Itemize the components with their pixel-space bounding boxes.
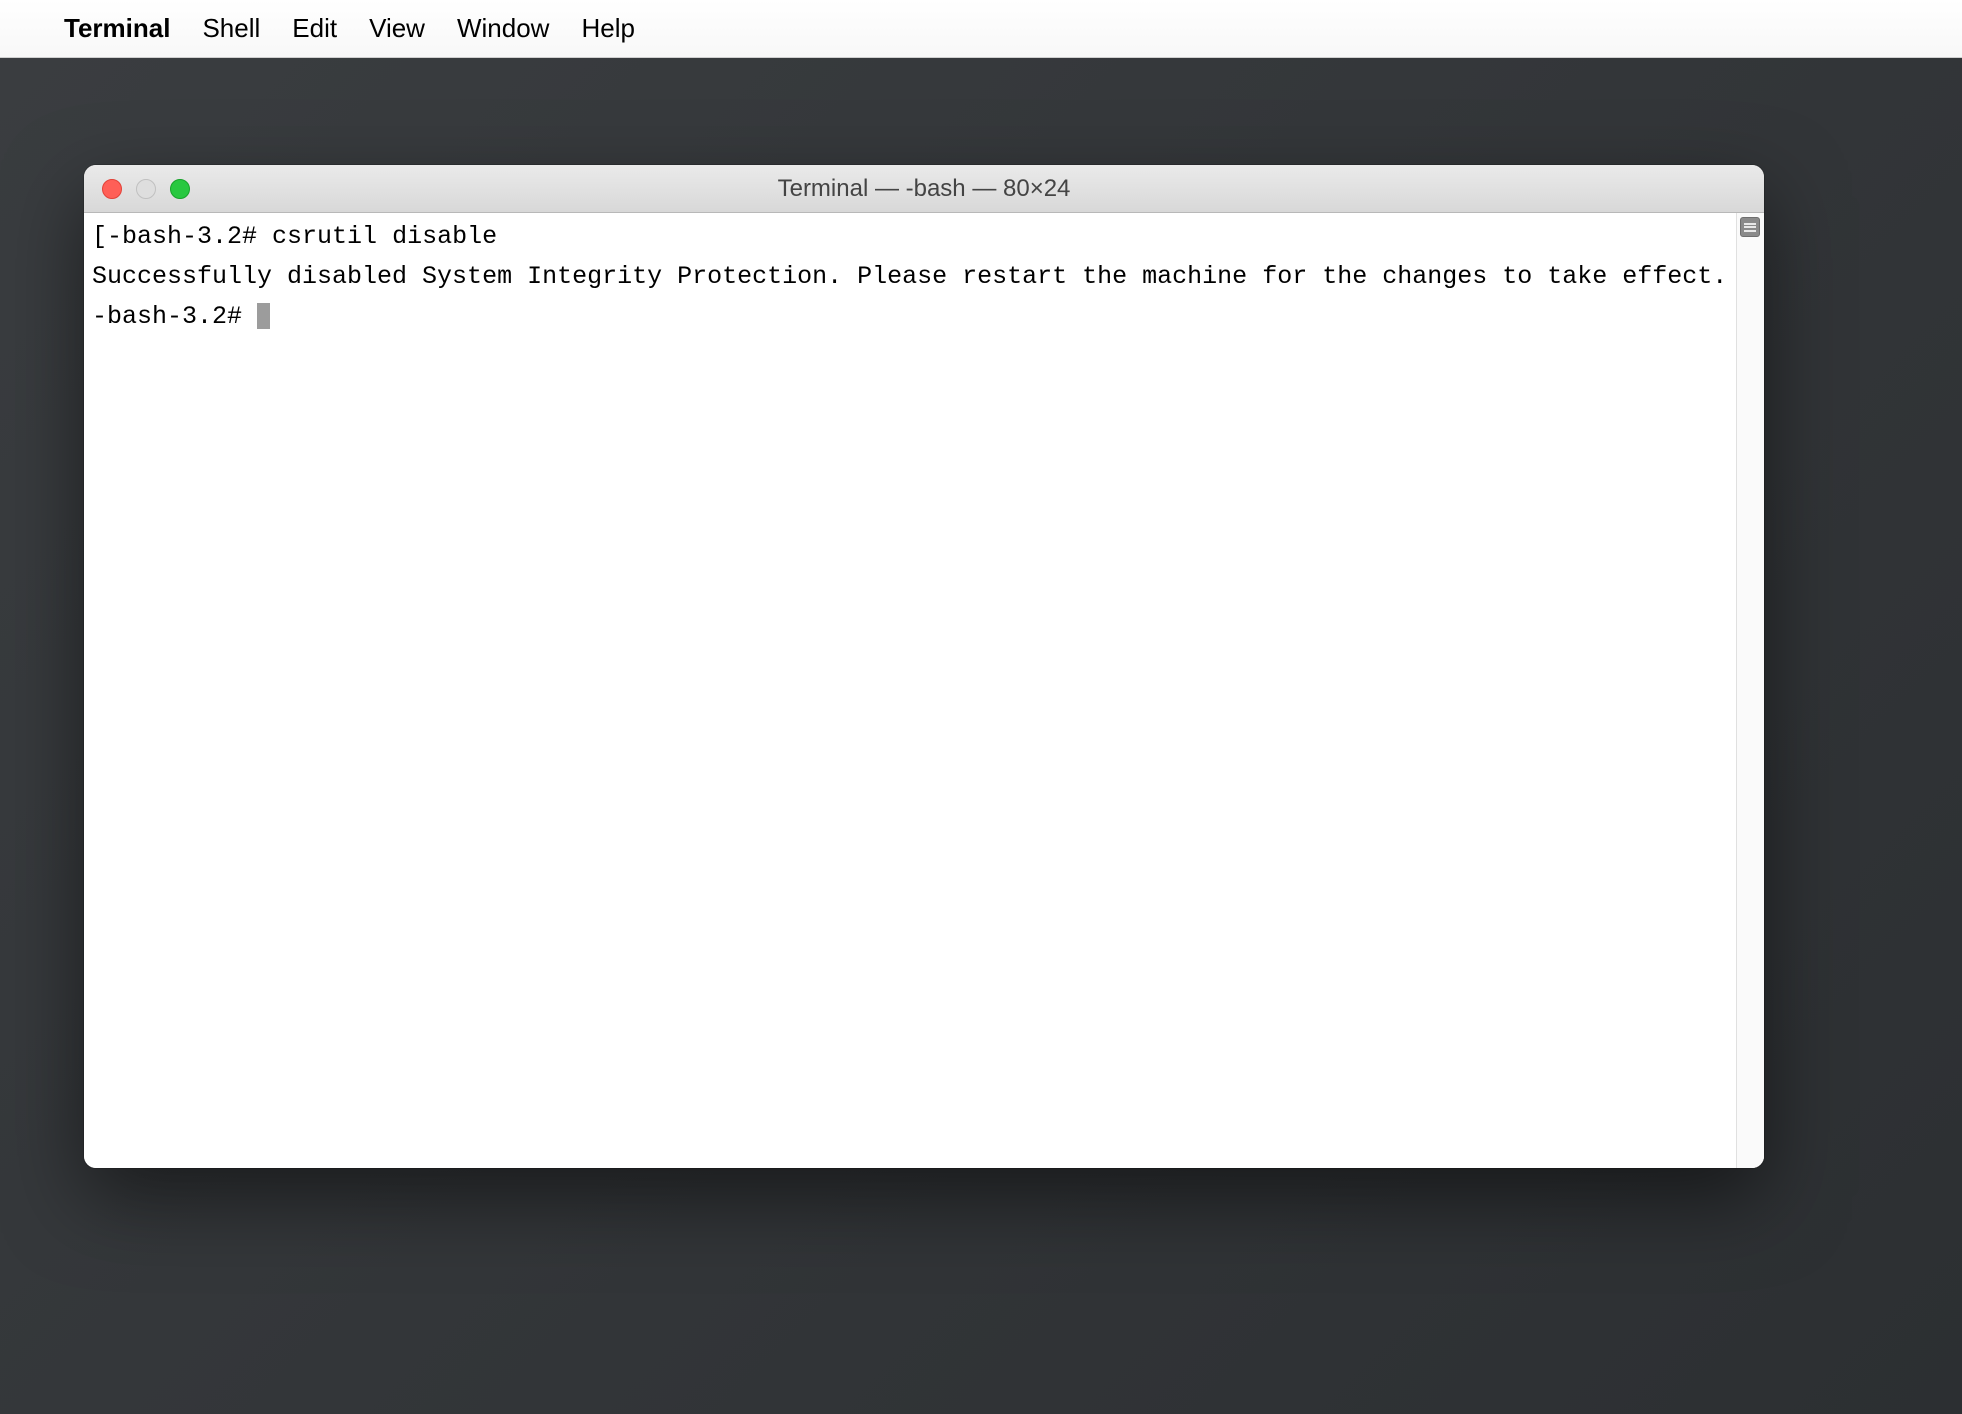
scrollbar[interactable] xyxy=(1736,213,1764,1168)
terminal-window: Terminal — -bash — 80×24 [-bash-3.2# csr… xyxy=(84,165,1764,1168)
window-titlebar[interactable]: Terminal — -bash — 80×24 xyxy=(84,165,1764,213)
terminal-content[interactable]: [-bash-3.2# csrutil disable Successfully… xyxy=(84,213,1736,1168)
menu-edit[interactable]: Edit xyxy=(292,13,337,44)
window-title: Terminal — -bash — 80×24 xyxy=(778,175,1071,203)
cursor-icon xyxy=(257,303,270,329)
terminal-body: [-bash-3.2# csrutil disable Successfully… xyxy=(84,213,1764,1168)
minimize-button[interactable] xyxy=(136,179,156,199)
prompt-2: -bash-3.2# xyxy=(92,302,257,331)
menu-app[interactable]: Terminal xyxy=(64,13,170,44)
menu-shell[interactable]: Shell xyxy=(202,13,260,44)
prompt-1: -bash-3.2# xyxy=(107,222,272,251)
menubar: Terminal Shell Edit View Window Help xyxy=(0,0,1962,58)
menu-window[interactable]: Window xyxy=(457,13,549,44)
output-line: Successfully disabled System Integrity P… xyxy=(92,262,1727,291)
zoom-button[interactable] xyxy=(170,179,190,199)
close-button[interactable] xyxy=(102,179,122,199)
menu-help[interactable]: Help xyxy=(581,13,634,44)
command-1: csrutil disable xyxy=(272,222,497,251)
desktop: Terminal — -bash — 80×24 [-bash-3.2# csr… xyxy=(0,58,1962,1414)
menu-view[interactable]: View xyxy=(369,13,425,44)
traffic-lights xyxy=(84,179,190,199)
scroll-to-top-icon[interactable] xyxy=(1740,217,1760,237)
bracket-prefix: [ xyxy=(92,222,107,251)
